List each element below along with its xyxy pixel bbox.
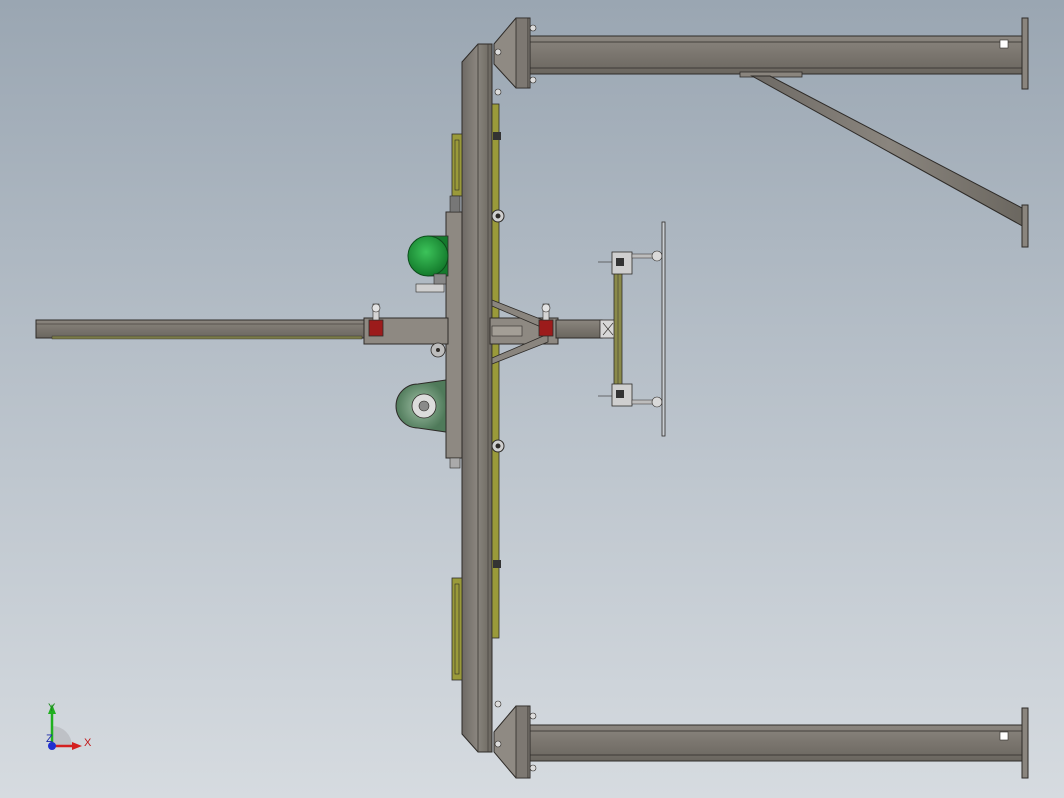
left-stop-block [368,303,384,337]
y-axis-label: Y [48,702,56,714]
lower-left-bracket [451,577,463,681]
vertical-guide-rail [491,103,505,639]
right-stop-block [538,303,554,337]
glass-panel [661,221,666,437]
upper-support-beam [527,17,1029,90]
top-flange-plate [493,17,537,96]
vertical-main-column [461,43,493,753]
cad-viewport[interactable]: Y X Z [0,0,1064,798]
coordinate-triad: Y X Z [46,702,92,750]
horizontal-traverse-arm [35,317,603,345]
upper-suction-cup [598,250,663,275]
diagonal-brace [750,75,1029,248]
lower-suction-cup [598,383,663,408]
gear-reducer [395,379,447,433]
upper-left-bracket [451,133,463,197]
gantry-assembly-drawing: Y X Z [35,17,1029,779]
bottom-flange-plate [493,700,537,779]
pinion-gear [430,342,446,358]
z-axis-label: Z [46,733,53,745]
end-effector-frame [599,257,623,401]
drive-motor [407,235,449,293]
lower-support-beam [527,707,1029,779]
x-axis-label: X [84,737,92,749]
